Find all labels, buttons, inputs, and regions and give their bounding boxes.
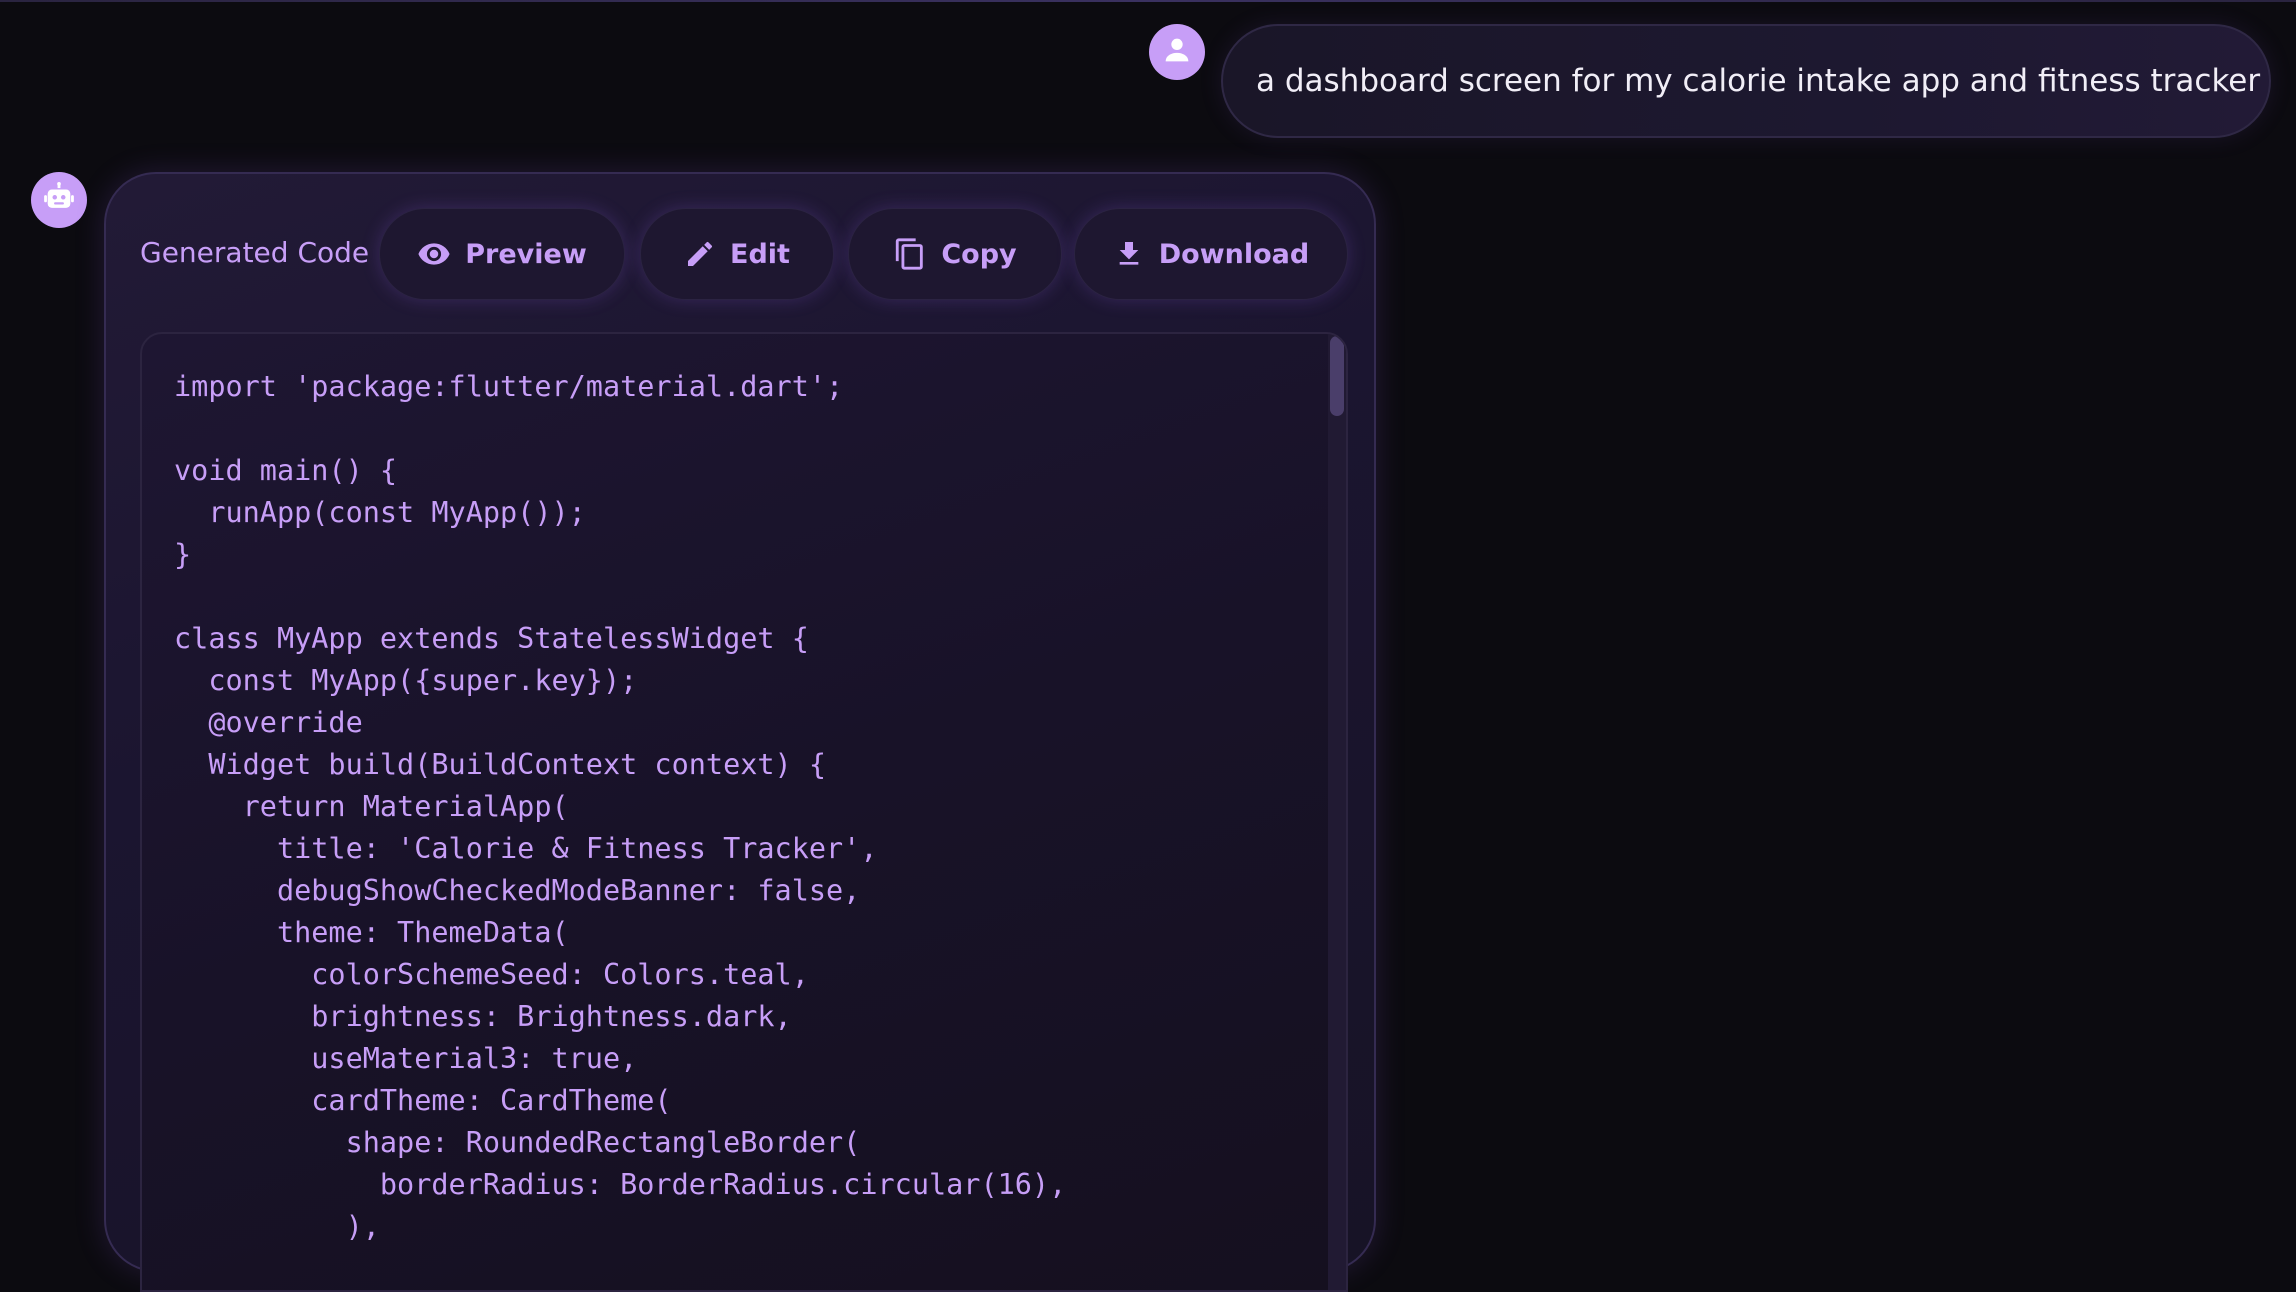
edit-button-label: Edit (730, 238, 790, 270)
edit-button[interactable]: Edit (640, 208, 834, 300)
code-block[interactable]: import 'package:flutter/material.dart'; … (140, 332, 1348, 1292)
code-scrollbar-thumb[interactable] (1330, 336, 1344, 416)
robot-icon (42, 181, 76, 220)
user-avatar (1149, 24, 1205, 80)
preview-button-label: Preview (465, 238, 587, 270)
download-button[interactable]: Download (1074, 208, 1348, 300)
bot-avatar (31, 172, 87, 228)
download-icon (1113, 238, 1145, 270)
user-message-text: a dashboard screen for my calorie intake… (1256, 63, 2261, 99)
copy-button-label: Copy (941, 238, 1017, 270)
code-scrollbar-track[interactable] (1328, 334, 1346, 1290)
card-title: Generated Code (140, 236, 370, 269)
code-text: import 'package:flutter/material.dart'; … (174, 370, 1067, 1243)
preview-button[interactable]: Preview (379, 208, 625, 300)
top-border (0, 0, 2296, 2)
download-button-label: Download (1158, 238, 1310, 270)
generated-code-card: Generated Code Preview Edit Copy Downloa… (104, 172, 1376, 1292)
person-icon (1160, 33, 1194, 72)
pencil-icon (684, 238, 716, 270)
copy-button[interactable]: Copy (848, 208, 1062, 300)
eye-icon (417, 237, 451, 271)
user-message-bubble: a dashboard screen for my calorie intake… (1221, 24, 2271, 138)
copy-icon (893, 237, 927, 271)
